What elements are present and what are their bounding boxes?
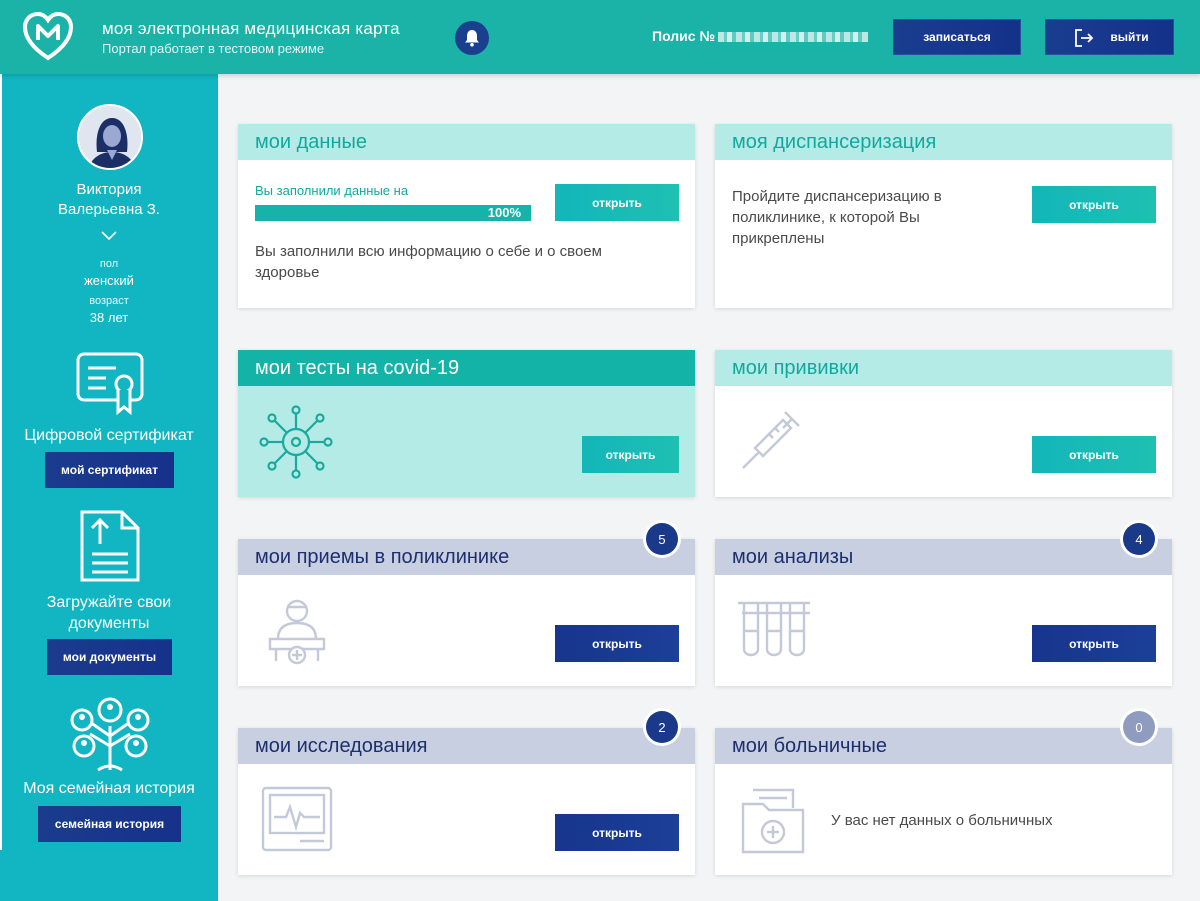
gender-value: женский xyxy=(84,273,134,288)
no-sick-leave-text: У вас нет данных о больничных xyxy=(831,812,1053,829)
medical-folder-icon xyxy=(741,788,805,854)
heart-logo-icon[interactable] xyxy=(22,11,74,62)
card-analyses: мои анализы открыть xyxy=(715,539,1172,686)
open-button[interactable]: открыть xyxy=(1032,186,1156,223)
open-button[interactable]: открыть xyxy=(1032,436,1156,473)
card-studies: мои исследования открыть xyxy=(238,728,695,875)
avatar[interactable] xyxy=(77,104,143,170)
syringe-icon xyxy=(742,411,800,469)
certificate-title: Цифровой сертификат xyxy=(24,427,194,444)
card-title: мои прививки xyxy=(715,350,1172,386)
card-sick-leave: мои больничные У вас нет данных о больни… xyxy=(715,728,1172,875)
card-title: мои данные xyxy=(238,124,695,160)
age-value: 38 лет xyxy=(89,310,129,325)
analyses-count-badge: 4 xyxy=(1123,523,1155,555)
app-title: моя электронная медицинская карта xyxy=(102,19,400,38)
progress-bar: 100% xyxy=(255,205,531,221)
polis-number-masked xyxy=(718,32,868,42)
chevron-down-icon[interactable] xyxy=(101,231,117,241)
card-dispensary: моя диспансеризация Пройдите диспансериз… xyxy=(715,124,1172,308)
virus-icon xyxy=(259,405,333,479)
card-vaccines: мои прививки открыть xyxy=(715,350,1172,497)
upload-document-icon xyxy=(80,510,140,582)
open-button[interactable]: открыть xyxy=(555,625,679,662)
gender-label: пол xyxy=(99,258,119,270)
progress-value: 100% xyxy=(487,205,521,220)
open-button[interactable]: открыть xyxy=(582,436,679,473)
card-title: мои исследования xyxy=(238,728,695,764)
card-title: мои анализы xyxy=(715,539,1172,575)
family-title: Моя семейная история xyxy=(23,780,195,797)
open-button[interactable]: открыть xyxy=(555,814,679,851)
user-name: Виктория Валерьевна З. xyxy=(58,181,160,218)
open-button[interactable]: открыть xyxy=(555,184,679,221)
logout-label: выйти xyxy=(1110,30,1149,44)
card-covid-tests: мои тесты на covid-19 открыть xyxy=(238,350,695,497)
logout-button[interactable]: выйти xyxy=(1045,19,1174,55)
test-tubes-icon xyxy=(738,601,810,657)
doctor-icon xyxy=(268,599,326,665)
progress-label: Вы заполнили данные на xyxy=(255,183,409,198)
my-documents-button[interactable]: мои документы xyxy=(47,639,172,675)
card-appointments: мои приемы в поликлинике открыть xyxy=(238,539,695,686)
data-description: Вы заполнили всю информацию о себе и о с… xyxy=(255,243,602,281)
appointments-count-badge: 5 xyxy=(646,523,678,555)
documents-title: Загружайте свои документы xyxy=(46,594,172,632)
family-tree-icon xyxy=(70,697,150,772)
monitor-icon xyxy=(261,786,333,852)
age-label: возраст xyxy=(89,295,129,307)
polis-label: Полис № xyxy=(652,28,716,44)
family-history-button[interactable]: семейная история xyxy=(38,806,181,842)
open-button[interactable]: открыть xyxy=(1032,625,1156,662)
my-certificate-button[interactable]: мой сертификат xyxy=(45,452,174,488)
card-my-data: мои данные Вы заполнили данные на 100% В… xyxy=(238,124,695,308)
sick-leave-count-badge: 0 xyxy=(1123,711,1155,743)
studies-count-badge: 2 xyxy=(646,711,678,743)
top-header: моя электронная медицинская карта Портал… xyxy=(0,0,1200,74)
certificate-icon xyxy=(76,352,144,416)
card-title: мои приемы в поликлинике xyxy=(238,539,695,575)
card-title: моя диспансеризация xyxy=(715,124,1172,160)
card-title: мои больничные xyxy=(715,728,1172,764)
card-title: мои тесты на covid-19 xyxy=(238,350,695,386)
app-subtitle: Портал работает в тестовом режиме xyxy=(102,41,325,56)
bell-icon[interactable] xyxy=(455,21,489,55)
book-appointment-button[interactable]: записаться xyxy=(893,19,1021,55)
logout-icon xyxy=(1075,29,1094,47)
dispensary-description: Пройдите диспансеризацию в поликлинике, … xyxy=(732,188,942,247)
